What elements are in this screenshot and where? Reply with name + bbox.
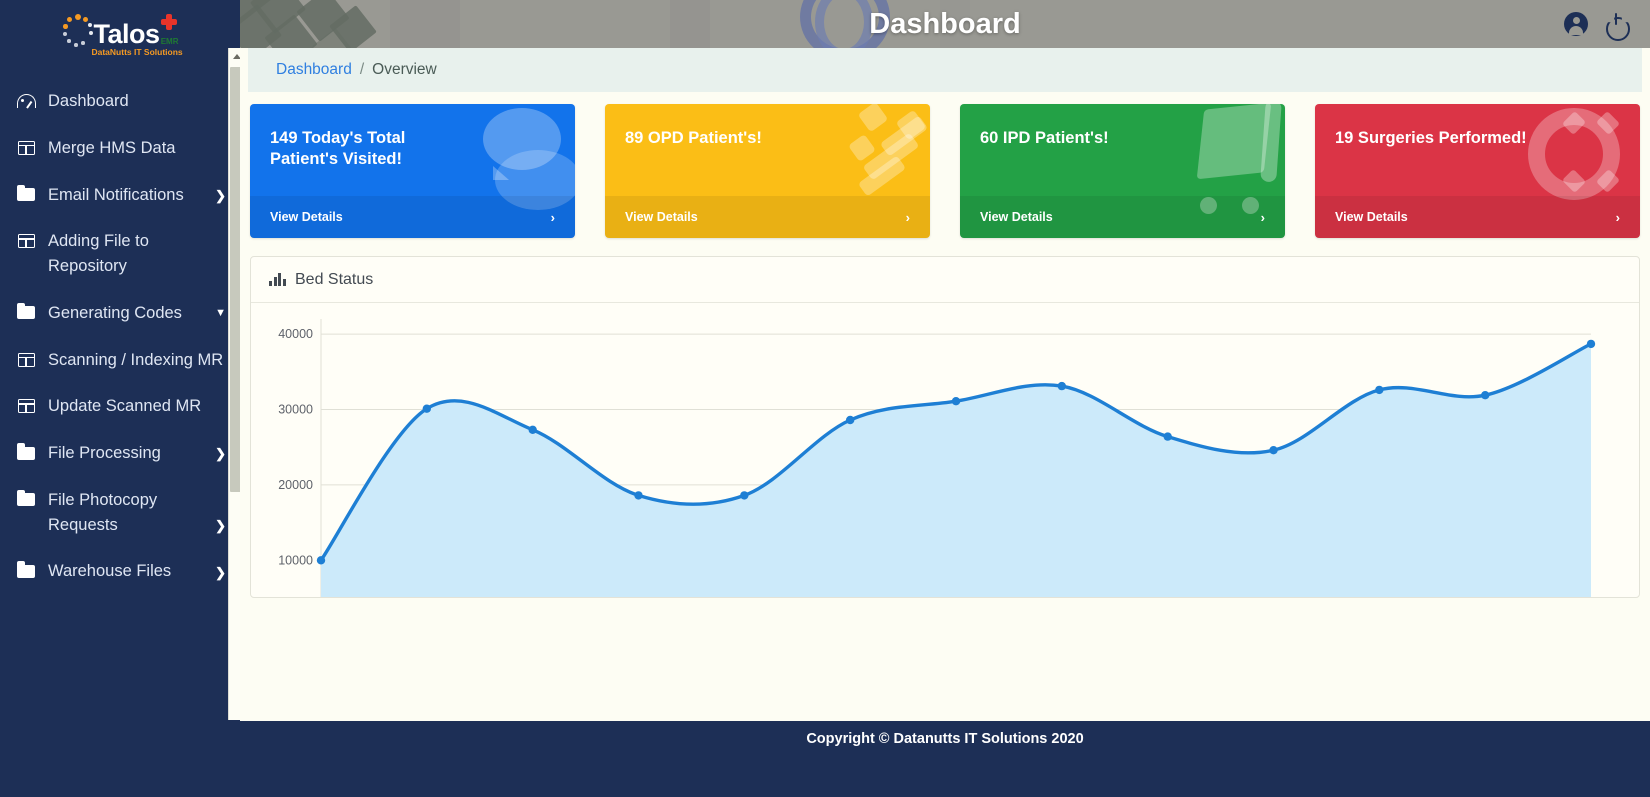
top-header: Dashboard bbox=[240, 0, 1650, 48]
copyright-text: Copyright © Datanutts IT Solutions 2020 bbox=[806, 731, 1084, 747]
chevron-right-icon: › bbox=[905, 209, 910, 225]
user-account-icon[interactable] bbox=[1564, 12, 1588, 36]
stat-card-total-patients[interactable]: 149 Today's Total Patient's Visited! Vie… bbox=[250, 104, 575, 238]
medical-cross-icon bbox=[160, 14, 177, 30]
bed-status-area-chart[interactable]: 10000 20000 30000 40000 bbox=[251, 303, 1639, 597]
svg-text:30000: 30000 bbox=[278, 403, 313, 417]
sidebar-item-label: Scanning / Indexing MR bbox=[48, 350, 224, 369]
svg-text:20000: 20000 bbox=[278, 478, 313, 492]
bottom-strip bbox=[240, 757, 1650, 797]
breadcrumb-current: Overview bbox=[372, 61, 437, 78]
sidebar-item-dashboard[interactable]: Dashboard bbox=[0, 78, 240, 125]
sidebar-item-update-scanned-mr[interactable]: Update Scanned MR bbox=[0, 383, 240, 430]
sidebar-item-label: Merge HMS Data bbox=[48, 138, 176, 157]
sidebar-item-file-processing[interactable]: File Processing ❯ bbox=[0, 430, 240, 477]
chevron-right-icon: ❯ bbox=[215, 517, 226, 533]
header-actions bbox=[1564, 0, 1628, 48]
power-logout-icon[interactable] bbox=[1604, 12, 1628, 36]
stat-card-surgeries[interactable]: 19 Surgeries Performed! View Details › bbox=[1315, 104, 1640, 238]
sidebar-item-merge-hms-data[interactable]: Merge HMS Data bbox=[0, 125, 240, 172]
view-details-link[interactable]: View Details bbox=[980, 210, 1053, 224]
folder-icon bbox=[14, 302, 38, 323]
view-details-link[interactable]: View Details bbox=[625, 210, 698, 224]
sidebar-nav: Dashboard Merge HMS Data Email Notificat… bbox=[0, 78, 240, 595]
sidebar-item-generating-codes[interactable]: Generating Codes ▼ bbox=[0, 290, 240, 337]
bed-status-panel: Bed Status 10000 20000 30000 40000 bbox=[250, 256, 1640, 598]
chevron-right-icon: ❯ bbox=[215, 446, 226, 462]
sidebar-item-label: File Photocopy Requests bbox=[48, 490, 158, 534]
page-footer: Copyright © Datanutts IT Solutions 2020 bbox=[240, 721, 1650, 757]
stat-card-footer[interactable]: View Details › bbox=[960, 196, 1285, 238]
folder-icon bbox=[14, 489, 38, 510]
sidebar-item-label: Update Scanned MR bbox=[48, 397, 202, 416]
stat-card-row: 149 Today's Total Patient's Visited! Vie… bbox=[250, 92, 1640, 238]
brand-name: Talos bbox=[93, 19, 160, 49]
grid-icon bbox=[14, 396, 38, 416]
sidebar-item-label: File Processing bbox=[48, 444, 161, 462]
sidebar-item-adding-file-to-repository[interactable]: Adding File to Repository bbox=[0, 218, 240, 290]
page-title: Dashboard bbox=[869, 7, 1021, 40]
sidebar-item-email-notifications[interactable]: Email Notifications ❯ bbox=[0, 172, 240, 219]
scroll-up-arrow-icon[interactable] bbox=[229, 48, 240, 65]
gauge-icon bbox=[14, 91, 38, 111]
chart-container: 10000 20000 30000 40000 bbox=[251, 303, 1639, 597]
orbit-dots-icon bbox=[63, 14, 97, 48]
breadcrumb: Dashboard / Overview bbox=[248, 48, 1642, 92]
brand-logo[interactable]: Talos EMR DataNutts IT Solutions bbox=[0, 0, 240, 58]
panel-title: Bed Status bbox=[295, 270, 374, 288]
panel-header: Bed Status bbox=[251, 257, 1639, 303]
view-details-link[interactable]: View Details bbox=[1335, 210, 1408, 224]
sidebar: Talos EMR DataNutts IT Solutions Dashboa… bbox=[0, 0, 240, 797]
sidebar-item-file-photocopy-requests[interactable]: File Photocopy Requests ❯ bbox=[0, 477, 240, 549]
chevron-right-icon: › bbox=[550, 209, 555, 225]
sidebar-item-label: Generating Codes bbox=[48, 303, 182, 322]
scrollbar-thumb[interactable] bbox=[230, 67, 240, 492]
breadcrumb-separator: / bbox=[359, 61, 365, 78]
chevron-right-icon: › bbox=[1615, 209, 1620, 225]
stat-card-footer[interactable]: View Details › bbox=[250, 196, 575, 238]
sidebar-item-label: Dashboard bbox=[48, 92, 129, 110]
stat-card-footer[interactable]: View Details › bbox=[1315, 196, 1640, 238]
brand-suffix: EMR bbox=[160, 37, 179, 46]
svg-text:40000: 40000 bbox=[278, 327, 313, 341]
brand-tagline: DataNutts IT Solutions bbox=[91, 47, 183, 57]
stat-card-footer[interactable]: View Details › bbox=[605, 196, 930, 238]
content-area: 149 Today's Total Patient's Visited! Vie… bbox=[240, 92, 1650, 721]
folder-icon bbox=[14, 561, 38, 581]
main-region: Dashboard Dashboard / Overview 149 Today… bbox=[240, 0, 1650, 797]
grid-icon bbox=[14, 138, 38, 158]
sidebar-item-warehouse-files[interactable]: Warehouse Files ❯ bbox=[0, 548, 240, 595]
caret-down-icon: ▼ bbox=[215, 306, 226, 319]
sidebar-scrollbar[interactable] bbox=[228, 48, 240, 720]
folder-icon bbox=[14, 443, 38, 463]
sidebar-item-label: Warehouse Files bbox=[48, 562, 172, 581]
grid-icon bbox=[14, 231, 38, 251]
stat-card-title: 19 Surgeries Performed! bbox=[1335, 129, 1527, 147]
stat-card-title: 149 Today's Total Patient's Visited! bbox=[270, 129, 406, 169]
view-details-link[interactable]: View Details bbox=[270, 210, 343, 224]
stat-card-ipd-patients[interactable]: 60 IPD Patient's! View Details › bbox=[960, 104, 1285, 238]
app-root: Talos EMR DataNutts IT Solutions Dashboa… bbox=[0, 0, 1650, 797]
area-chart-icon bbox=[269, 273, 286, 286]
stat-card-opd-patients[interactable]: 89 OPD Patient's! View Details › bbox=[605, 104, 930, 238]
sidebar-item-label: Adding File to Repository bbox=[48, 232, 149, 275]
grid-icon bbox=[14, 350, 38, 370]
folder-icon bbox=[14, 184, 38, 205]
svg-text:10000: 10000 bbox=[278, 553, 313, 567]
chevron-right-icon: › bbox=[1260, 209, 1265, 225]
chevron-right-icon: ❯ bbox=[215, 187, 226, 203]
breadcrumb-root-link[interactable]: Dashboard bbox=[276, 61, 352, 79]
sidebar-item-scanning-indexing-mr[interactable]: Scanning / Indexing MR bbox=[0, 337, 240, 384]
sidebar-item-label: Email Notifications bbox=[48, 185, 184, 204]
stat-card-title: 60 IPD Patient's! bbox=[980, 129, 1109, 147]
chevron-right-icon: ❯ bbox=[215, 564, 226, 580]
stat-card-title: 89 OPD Patient's! bbox=[625, 129, 762, 147]
